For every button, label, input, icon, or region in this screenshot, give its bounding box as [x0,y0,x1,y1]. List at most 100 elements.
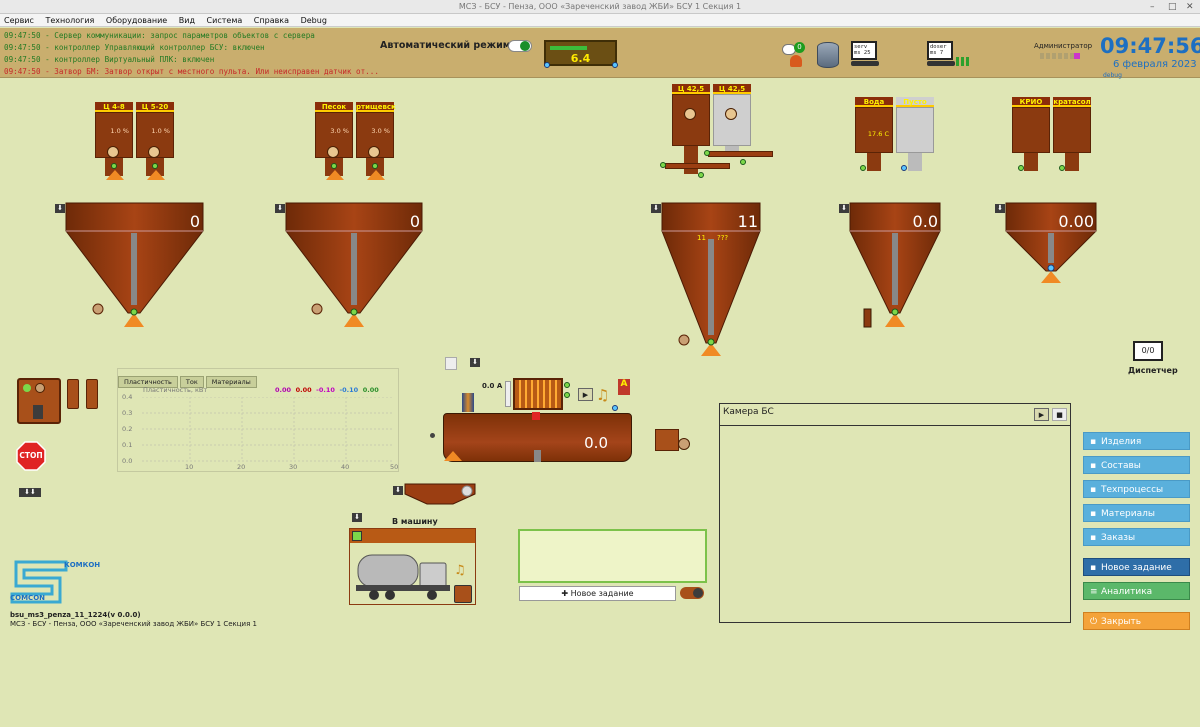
cement-silo[interactable]: Ц 42,5 [672,84,710,174]
sensor-dot [430,433,435,438]
y-tick: 0.4 [122,393,133,401]
y-tick: 0.0 [122,457,133,465]
silo-label: ртищевск [356,102,396,112]
camera-play-button[interactable]: ▶ [1034,408,1049,421]
music-icon[interactable]: ♫ [454,563,466,578]
copy-icon[interactable] [445,357,457,370]
log-line: 09:47:50 - контроллер Управляющий контро… [4,43,265,52]
gauge-bar [550,46,587,50]
user-notification-icon[interactable]: 0 [780,42,810,68]
camera-stop-button[interactable]: ■ [1052,408,1067,421]
mixer-truck-icon [356,554,450,600]
music-icon[interactable]: ♫ [596,386,609,404]
sensor-dot [901,165,907,171]
materials-label: Материалы [1101,509,1155,519]
silo-label: Ц 42,5 [672,84,710,94]
database-icon[interactable] [817,42,839,68]
new-task-toggle[interactable] [680,587,704,599]
gauge-value: 6.4 [570,52,591,65]
auto-badge: A [618,379,630,395]
signal-icon [956,57,970,66]
download-icon[interactable]: ⬇ [651,204,661,213]
play-button[interactable]: ▶ [578,388,593,401]
download-icon[interactable]: ⬇ [470,358,480,367]
new-task-button[interactable]: ✚ Новое задание [519,586,676,601]
fan-icon [368,146,380,158]
server-monitor[interactable]: serv ms 25 [851,41,877,60]
menu-equipment[interactable]: Оборудование [106,16,167,25]
additive-tank[interactable]: кратасол [1053,97,1091,171]
silo-percent: 1.0 % [151,127,170,135]
menu-service[interactable]: Сервис [4,16,34,25]
download-icon[interactable]: ⬇ [839,204,849,213]
mixer-motor[interactable] [513,378,563,410]
pressure-gauge: 6.4 [544,40,617,66]
pump[interactable] [655,429,679,451]
plasticity-chart-panel: Пластичность Ток Материалы Пластичность, к… [117,368,399,472]
log-line: 09:47:50 - контроллер Виртуальный ПЛК: в… [4,55,215,64]
fan-icon [107,146,119,158]
status-dot [698,172,704,178]
menu-technology[interactable]: Технология [45,16,94,25]
grid-icon: ▪ [1090,509,1097,519]
discharge-indicator [147,170,165,180]
cement-silo[interactable]: Ц 42,5 [713,84,751,156]
camera-title: Камера БС [723,407,774,417]
materials-button[interactable]: ▪ Материалы [1083,504,1190,522]
silo-label: кратасол [1053,97,1091,107]
products-button[interactable]: ▪ Изделия [1083,432,1190,450]
additive-tank[interactable]: КРИО [1012,97,1050,171]
doser-monitor[interactable]: doser ms 7 [927,41,953,60]
valve[interactable] [67,379,79,409]
discharge-funnel[interactable] [403,482,478,512]
silo-label: Пусто [896,97,934,107]
analytics-button[interactable]: ≡ Аналитика [1083,582,1190,600]
recipes-button[interactable]: ▪ Составы [1083,456,1190,474]
truck-valve[interactable] [454,585,472,603]
doser-monitor-line: ms 7 [930,50,944,56]
download-icon[interactable]: ⬇ [275,204,285,213]
download-all-icon[interactable]: ⬇⬇ [19,488,41,497]
recipes-label: Составы [1101,461,1141,471]
download-icon[interactable]: ⬇ [995,204,1005,213]
debug-label: debug [1103,72,1122,79]
close-label: Закрыть [1101,617,1142,627]
orders-button[interactable]: ▪ Заказы [1083,528,1190,546]
auto-mode-toggle[interactable] [508,40,532,52]
menu-debug[interactable]: Debug [301,16,327,25]
minimize-icon[interactable]: – [1150,0,1155,14]
download-icon[interactable]: ⬇ [352,513,362,522]
download-icon[interactable]: ⬇ [393,486,403,495]
window-title: МСЗ - БСУ - Пенза, ООО «Зареченский заво… [458,2,742,11]
new-task-button-label: Новое задание [570,589,634,598]
truck-panel[interactable]: ♫ [349,528,476,605]
water-tank[interactable]: Пусто [896,97,934,171]
discharge-indicator [106,170,124,180]
download-icon[interactable]: ⬇ [55,204,65,213]
server-monitor-line: ms 25 [854,50,871,56]
fan-icon [725,108,737,120]
user-indicator-active [1074,53,1080,59]
status-dot [704,150,710,156]
monitor-stand [851,61,879,66]
silo-label: Ц 5-20 [136,102,174,112]
orders-label: Заказы [1101,533,1136,543]
sensor-dot [612,62,618,68]
dispatcher-label: Диспетчер [1128,366,1178,375]
close-button[interactable]: ⏻ Закрыть [1083,612,1190,630]
menu-system[interactable]: Система [207,16,243,25]
close-window-icon[interactable]: ✕ [1186,0,1194,14]
dispatcher-count[interactable]: 0/0 [1133,341,1163,361]
tab-materials[interactable]: Материалы [205,376,257,388]
water-tank[interactable]: Вода 17.6 C [855,97,893,171]
silo-label: Песок [315,102,353,112]
valve[interactable] [86,379,98,409]
control-panel[interactable] [17,378,61,424]
techprocesses-button[interactable]: ▪ Техпроцессы [1083,480,1190,498]
x-tick: 20 [237,463,246,471]
menu-view[interactable]: Вид [179,16,195,25]
maximize-icon[interactable]: □ [1168,0,1177,14]
new-task-right-button[interactable]: ▪ Новое задание [1083,558,1190,576]
menu-help[interactable]: Справка [254,16,289,25]
y-tick: 0.1 [122,441,133,449]
